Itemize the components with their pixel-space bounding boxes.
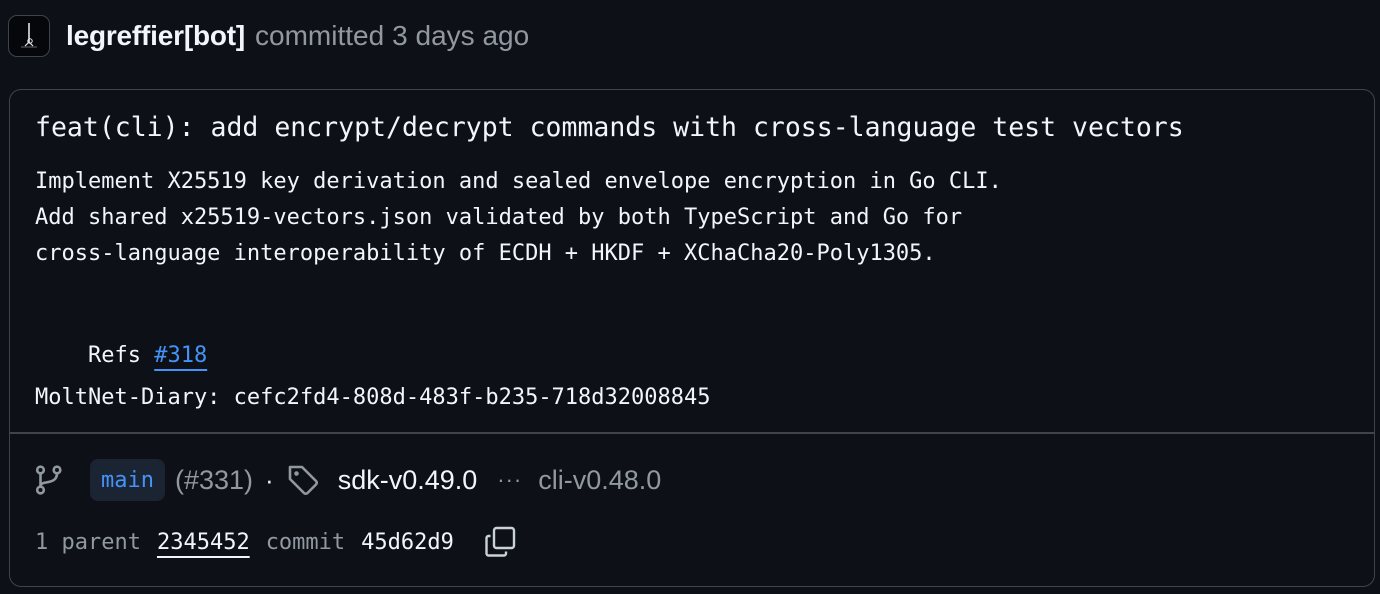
copy-sha-button[interactable] — [482, 524, 518, 560]
git-branch-icon — [35, 465, 62, 495]
parent-sha-link[interactable]: 2345452 — [157, 530, 250, 555]
refs-label: Refs — [87, 343, 141, 368]
box-divider — [10, 432, 1374, 434]
branch-tag-row: main (#331) · sdk-v0.49.0 ··· cli-v0.48.… — [34, 458, 661, 502]
commit-title: feat(cli): add encrypt/decrypt commands … — [35, 112, 1184, 143]
commit-time[interactable]: 3 days ago — [392, 20, 529, 52]
commit-body-line: Add shared x25519-vectors.json validated… — [35, 205, 963, 230]
bot-avatar-icon — [21, 23, 37, 48]
parent-count-label: 1 parent — [35, 529, 141, 555]
separator-dot: · — [265, 464, 274, 495]
branch-name-badge[interactable]: main — [90, 459, 165, 501]
release-tag-link[interactable]: sdk-v0.49.0 — [338, 465, 478, 496]
author-name[interactable]: legreffier[bot] — [66, 20, 245, 52]
commit-header: legreffier[bot] committed 3 days ago — [8, 14, 529, 58]
commit-body-line: Implement X25519 key derivation and seal… — [35, 169, 1002, 194]
author-avatar[interactable] — [8, 15, 50, 57]
commit-action-text: committed — [255, 20, 385, 51]
commit-diary-line: MoltNet-Diary: cefc2fd4-808d-483f-b235-7… — [35, 385, 711, 410]
commit-body-line: cross-language interoperability of ECDH … — [35, 241, 936, 266]
tag-icon-wrap — [286, 463, 320, 497]
commit-sha: 45d62d9 — [361, 529, 454, 555]
release-tag-link-secondary[interactable]: cli-v0.48.0 — [538, 465, 661, 496]
pull-request-ref[interactable]: (#331) — [175, 465, 253, 496]
commit-box: feat(cli): add encrypt/decrypt commands … — [9, 89, 1375, 587]
issue-link[interactable]: #318 — [154, 343, 207, 368]
copy-icon — [485, 526, 516, 557]
commit-meta-row: 1 parent 2345452 commit 45d62d9 — [35, 522, 518, 562]
tag-icon — [288, 465, 318, 496]
more-tags-button[interactable]: ··· — [497, 467, 522, 493]
commit-label: commit — [265, 529, 346, 555]
